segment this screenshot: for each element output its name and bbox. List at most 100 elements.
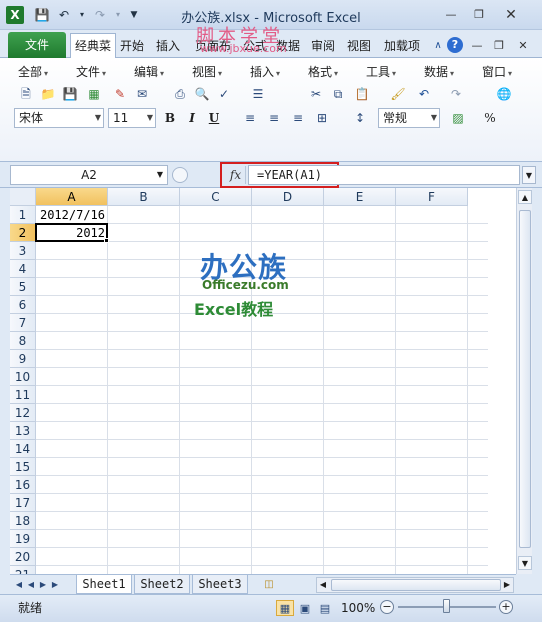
row-header-19[interactable]: 19: [10, 530, 36, 548]
redo-icon[interactable]: ↷: [448, 86, 464, 102]
menu-tools[interactable]: 工具 ▾: [366, 64, 396, 80]
horizontal-scrollbar[interactable]: ◀ ▶: [316, 577, 514, 593]
zoom-slider-thumb[interactable]: [443, 599, 450, 613]
bold-button[interactable]: B: [162, 110, 178, 126]
insert-function-icon[interactable]: fx: [226, 166, 246, 184]
column-header-a[interactable]: A: [36, 188, 108, 206]
formula-bar-resize-handle[interactable]: [172, 167, 188, 183]
tab-home[interactable]: 开始: [117, 35, 147, 57]
vertical-scroll-thumb[interactable]: [519, 210, 531, 548]
scroll-left-icon[interactable]: ◀: [317, 578, 329, 592]
row-header-7[interactable]: 7: [10, 314, 36, 332]
horizontal-scroll-thumb[interactable]: [331, 579, 501, 591]
permission-icon[interactable]: ▦: [86, 86, 102, 102]
scroll-down-icon[interactable]: ▼: [518, 556, 532, 570]
row-header-9[interactable]: 9: [10, 350, 36, 368]
zoom-in-button[interactable]: +: [499, 600, 513, 614]
cell-a1[interactable]: 2012/7/16: [36, 206, 108, 224]
align-center-icon[interactable]: ≡: [266, 110, 282, 126]
research-icon[interactable]: ☰: [250, 86, 266, 102]
last-sheet-icon[interactable]: ▶: [50, 579, 60, 591]
ribbon-collapse-icon[interactable]: ∧: [430, 38, 446, 54]
tab-review[interactable]: 审阅: [308, 35, 338, 57]
column-header-c[interactable]: C: [180, 188, 252, 206]
scroll-up-icon[interactable]: ▲: [518, 190, 532, 204]
row-header-8[interactable]: 8: [10, 332, 36, 350]
tab-view[interactable]: 视图: [344, 35, 374, 57]
menu-window[interactable]: 窗口 ▾: [482, 64, 512, 80]
print-icon[interactable]: ⎙: [172, 86, 188, 102]
open-folder-icon[interactable]: 📁: [40, 86, 56, 102]
row-header-17[interactable]: 17: [10, 494, 36, 512]
name-box[interactable]: A2 ▼: [10, 165, 168, 185]
underline-button[interactable]: U: [206, 110, 222, 126]
merge-center-icon[interactable]: ⊞: [314, 110, 330, 126]
pdf-icon[interactable]: ✎: [112, 86, 128, 102]
formula-input[interactable]: =YEAR(A1): [248, 165, 520, 185]
workbook-minimize-icon[interactable]: —: [466, 39, 488, 53]
row-header-13[interactable]: 13: [10, 422, 36, 440]
save-icon[interactable]: 💾: [62, 86, 78, 102]
align-right-icon[interactable]: ≡: [290, 110, 306, 126]
spelling-icon[interactable]: ✓: [216, 86, 232, 102]
row-header-6[interactable]: 6: [10, 296, 36, 314]
new-document-icon[interactable]: 🗎: [18, 86, 34, 102]
next-sheet-icon[interactable]: ▶: [38, 579, 48, 591]
first-sheet-icon[interactable]: ◀: [14, 579, 24, 591]
menu-view[interactable]: 视图 ▾: [192, 64, 222, 80]
row-header-18[interactable]: 18: [10, 512, 36, 530]
row-header-1[interactable]: 1: [10, 206, 36, 224]
expand-formula-bar-icon[interactable]: ▼: [522, 166, 536, 184]
fill-handle[interactable]: [104, 238, 109, 243]
menu-data[interactable]: 数据 ▾: [424, 64, 454, 80]
email-icon[interactable]: ✉: [134, 86, 150, 102]
column-header-f[interactable]: F: [396, 188, 468, 206]
row-header-2[interactable]: 2: [10, 224, 36, 242]
copy-icon[interactable]: ⧉: [330, 86, 346, 102]
page-break-view-icon[interactable]: ▤: [316, 600, 334, 616]
format-painter-icon[interactable]: 🖌: [390, 86, 406, 102]
normal-view-icon[interactable]: ▦: [276, 600, 294, 616]
align-left-icon[interactable]: ≡: [242, 110, 258, 126]
print-preview-icon[interactable]: 🔍: [194, 86, 210, 102]
menu-edit[interactable]: 编辑 ▾: [134, 64, 164, 80]
restore-icon[interactable]: ❐: [468, 8, 490, 22]
insert-worksheet-icon[interactable]: ◫: [262, 578, 276, 591]
sheet-tab-1[interactable]: Sheet1: [76, 575, 132, 594]
row-header-21[interactable]: 21: [10, 566, 36, 574]
tab-add-ins[interactable]: 加载项: [380, 35, 424, 57]
menu-all[interactable]: 全部 ▾: [18, 64, 48, 80]
italic-button[interactable]: I: [184, 110, 200, 126]
font-name-select[interactable]: 宋体 ▼: [14, 108, 104, 128]
tab-insert[interactable]: 插入: [153, 35, 183, 57]
zoom-level[interactable]: 100%: [341, 600, 375, 616]
row-header-20[interactable]: 20: [10, 548, 36, 566]
menu-format[interactable]: 格式 ▾: [308, 64, 338, 80]
tab-classic-menu[interactable]: 经典菜: [70, 33, 116, 59]
column-header-d[interactable]: D: [252, 188, 324, 206]
percent-button[interactable]: %: [482, 110, 498, 126]
column-header-e[interactable]: E: [324, 188, 396, 206]
column-header-b[interactable]: B: [108, 188, 180, 206]
help-icon[interactable]: ?: [447, 37, 463, 53]
cut-icon[interactable]: ✂: [308, 86, 324, 102]
row-header-3[interactable]: 3: [10, 242, 36, 260]
menu-file[interactable]: 文件 ▾: [76, 64, 106, 80]
row-header-5[interactable]: 5: [10, 278, 36, 296]
close-icon[interactable]: ✕: [500, 8, 522, 22]
wrap-text-icon[interactable]: ↕: [352, 110, 368, 126]
row-header-16[interactable]: 16: [10, 476, 36, 494]
tab-file[interactable]: 文件: [8, 32, 66, 58]
hyperlink-icon[interactable]: 🌐: [496, 86, 512, 102]
sheet-tab-2[interactable]: Sheet2: [134, 575, 190, 594]
row-header-11[interactable]: 11: [10, 386, 36, 404]
font-size-select[interactable]: 11 ▼: [108, 108, 156, 128]
row-header-10[interactable]: 10: [10, 368, 36, 386]
workbook-restore-icon[interactable]: ❐: [488, 39, 510, 53]
vertical-scrollbar[interactable]: ▲ ▼: [516, 188, 532, 574]
row-header-4[interactable]: 4: [10, 260, 36, 278]
sheet-tab-3[interactable]: Sheet3: [192, 575, 248, 594]
select-all-button[interactable]: [10, 188, 36, 206]
currency-format-icon[interactable]: ▨: [450, 110, 466, 126]
undo-icon[interactable]: ↶: [416, 86, 432, 102]
